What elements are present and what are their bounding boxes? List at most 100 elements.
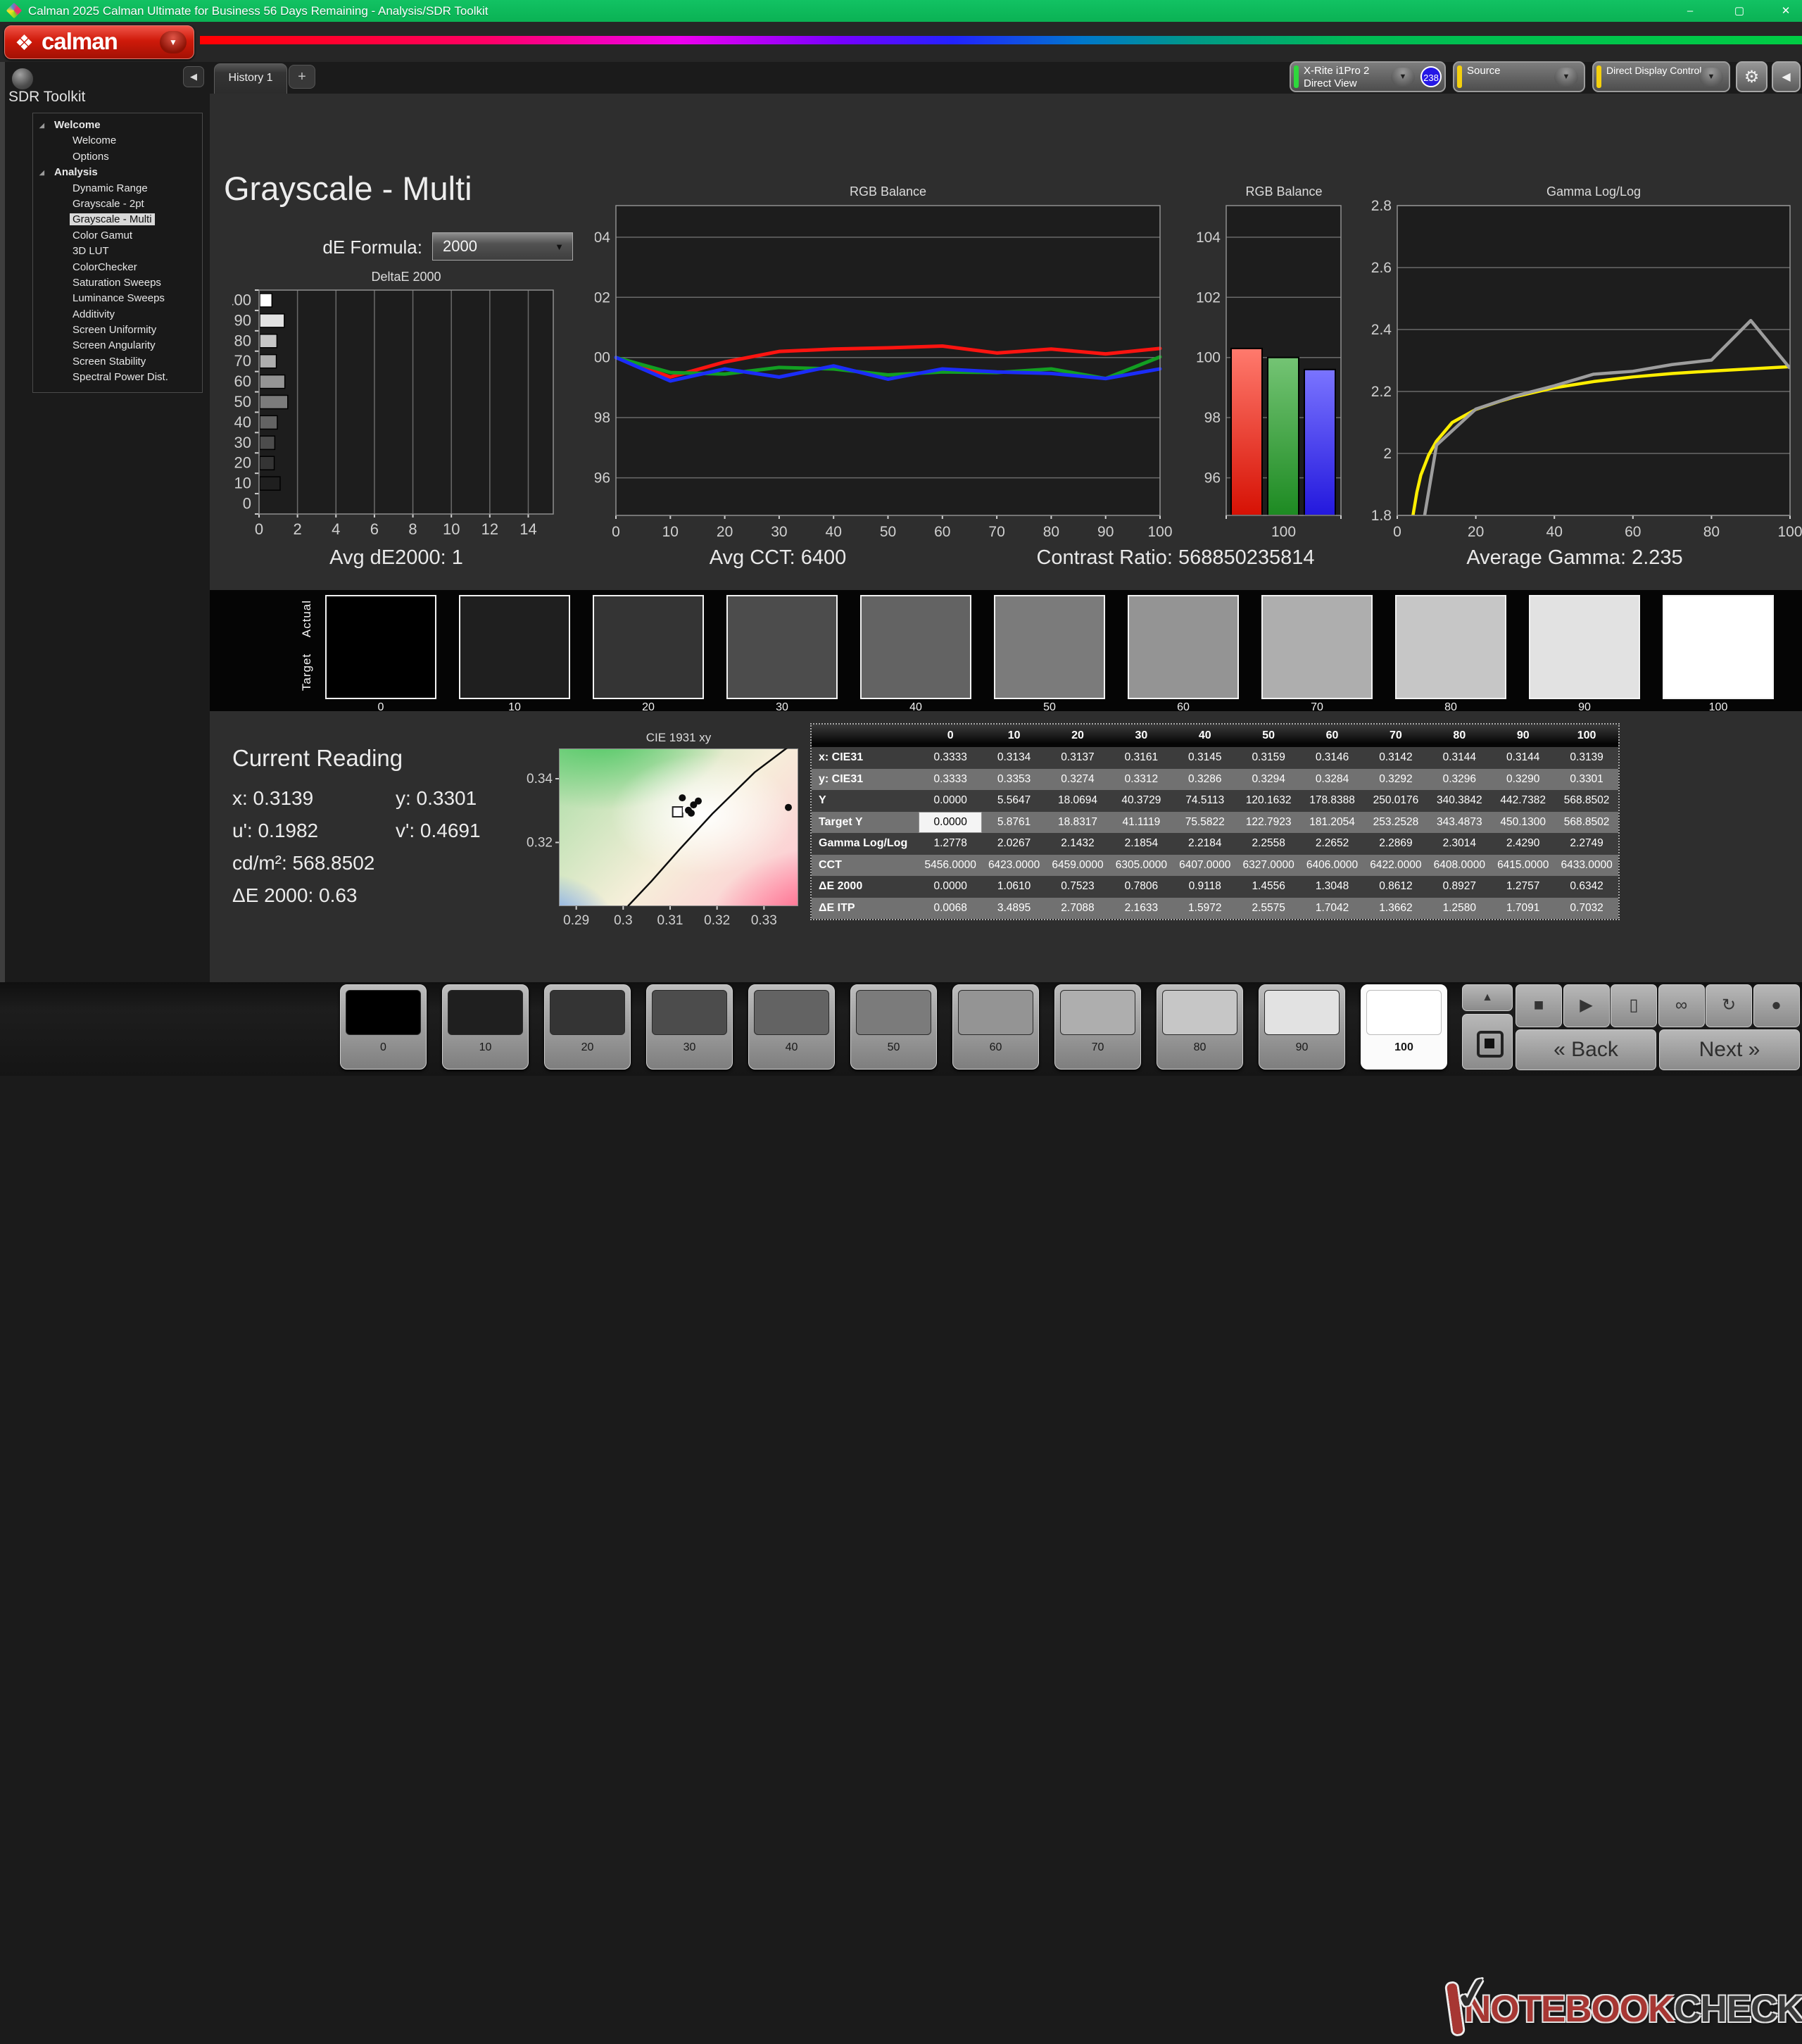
table-cell: 1.2757 — [1492, 876, 1555, 898]
svg-text:0: 0 — [255, 520, 263, 538]
source-dropdown[interactable]: Source ▼ — [1453, 61, 1585, 92]
tab-history-1[interactable]: History 1 — [214, 63, 287, 94]
patch-button-100[interactable]: 100 — [1361, 984, 1447, 1070]
svg-text:4: 4 — [332, 520, 340, 538]
svg-text:100: 100 — [1271, 524, 1296, 540]
tree-expander-icon[interactable]: ◢ — [39, 165, 44, 180]
current-reading-title: Current Reading — [232, 745, 403, 772]
table-cell: 2.3014 — [1428, 833, 1491, 855]
sidebar-orb-button[interactable] — [11, 68, 34, 90]
swatch-10 — [459, 595, 570, 699]
back-button[interactable]: « Back — [1516, 1029, 1656, 1070]
pattern-window-button[interactable] — [1462, 1014, 1513, 1070]
patch-button-10[interactable]: 10 — [442, 984, 529, 1070]
table-cell: 0.0000 — [919, 790, 982, 812]
sidebar-item-screen-angularity[interactable]: Screen Angularity — [33, 338, 202, 353]
chevron-down-icon[interactable]: ▼ — [1554, 68, 1578, 87]
table-cell: 18.8317 — [1046, 812, 1109, 834]
table-selected-cell[interactable]: 0.0000 — [919, 812, 982, 834]
sidebar-item-color-gamut[interactable]: Color Gamut — [33, 228, 202, 244]
patch-button-50[interactable]: 50 — [850, 984, 937, 1070]
swatch-label: 70 — [1260, 701, 1374, 714]
table-row-label: CCT — [812, 855, 919, 877]
patch-button-30[interactable]: 30 — [646, 984, 733, 1070]
table-cell: 1.7091 — [1492, 898, 1555, 920]
close-button[interactable]: ✕ — [1770, 0, 1802, 22]
table-cell: 122.7923 — [1237, 812, 1300, 834]
sidebar-item-3d-lut[interactable]: 3D LUT — [33, 244, 202, 259]
sidebar-item-screen-uniformity[interactable]: Screen Uniformity — [33, 322, 202, 338]
patch-button-70[interactable]: 70 — [1054, 984, 1141, 1070]
pattern-window-icon — [1477, 1031, 1504, 1058]
patch-color — [652, 990, 727, 1035]
meter-button[interactable]: ▯ — [1611, 984, 1657, 1027]
refresh-button[interactable]: ↻ — [1706, 984, 1752, 1027]
table-cell: 0.3333 — [919, 747, 982, 769]
sidebar-item-screen-stability[interactable]: Screen Stability — [33, 354, 202, 370]
play-button[interactable]: ▶ — [1563, 984, 1610, 1027]
add-tab-button[interactable]: + — [289, 65, 315, 89]
calman-menu-button[interactable]: ❖ calman ▼ — [4, 25, 194, 59]
maximize-button[interactable]: ▢ — [1723, 0, 1756, 22]
patch-button-0[interactable]: 0 — [340, 984, 427, 1070]
table-cell: 6415.0000 — [1492, 855, 1555, 877]
target-label: Target — [300, 653, 314, 691]
sidebar-item-welcome[interactable]: Welcome — [33, 133, 202, 149]
swatch-label: 100 — [1661, 701, 1775, 714]
patch-panel-up-button[interactable]: ▲ — [1462, 984, 1513, 1011]
table-cell: 0.3286 — [1173, 769, 1237, 791]
sidebar-item-options[interactable]: Options — [33, 149, 202, 165]
sidebar-item-dynamic-range[interactable]: Dynamic Range — [33, 181, 202, 196]
tree-expander-icon[interactable]: ◢ — [39, 118, 44, 133]
patch-label: 30 — [647, 1041, 732, 1054]
swatch-50 — [994, 595, 1105, 699]
svg-text:2.4: 2.4 — [1371, 322, 1392, 338]
patch-button-90[interactable]: 90 — [1259, 984, 1345, 1070]
sidebar-item-label: Dynamic Range — [70, 182, 151, 194]
meter-count-badge[interactable]: 238 — [1420, 66, 1442, 87]
sidebar-item-saturation-sweeps[interactable]: Saturation Sweeps — [33, 275, 202, 291]
svg-text:100: 100 — [232, 291, 251, 308]
stat-contrast: Contrast Ratio: 568850235814 — [993, 546, 1359, 570]
sidebar-item-luminance-sweeps[interactable]: Luminance Sweeps — [33, 291, 202, 306]
meter-dropdown[interactable]: X-Rite i1Pro 2 Direct View ▼ 238 — [1290, 61, 1446, 92]
table-cell: 1.3662 — [1364, 898, 1428, 920]
record-button[interactable]: ● — [1753, 984, 1800, 1027]
patch-button-60[interactable]: 60 — [952, 984, 1039, 1070]
patch-button-80[interactable]: 80 — [1157, 984, 1243, 1070]
minimize-button[interactable]: – — [1674, 0, 1706, 22]
svg-text:30: 30 — [771, 524, 787, 540]
sidebar-item-additivity[interactable]: Additivity — [33, 307, 202, 322]
table-cell: 178.8388 — [1300, 790, 1363, 812]
svg-text:0: 0 — [612, 524, 620, 540]
swatch-40 — [860, 595, 971, 699]
table-row-e-2000: ΔE 20000.00001.06100.75230.78060.91181.4… — [812, 876, 1618, 898]
stop-button[interactable]: ■ — [1516, 984, 1562, 1027]
panel-collapse-button[interactable]: ◀ — [1772, 61, 1801, 92]
sidebar-item-colorchecker[interactable]: ColorChecker — [33, 260, 202, 275]
display-control-dropdown[interactable]: Direct Display Control ▼ — [1592, 61, 1730, 92]
chevron-down-icon[interactable]: ▼ — [1391, 68, 1415, 87]
sidebar-item-spectral-power-dist[interactable]: Spectral Power Dist. — [33, 370, 202, 385]
next-button[interactable]: Next » — [1659, 1029, 1800, 1070]
svg-text:30: 30 — [234, 434, 251, 451]
table-row-label: ΔE 2000 — [812, 876, 919, 898]
table-cell: 1.4556 — [1237, 876, 1300, 898]
sidebar-item-welcome[interactable]: ◢Welcome — [33, 118, 202, 133]
svg-text:0.29: 0.29 — [563, 913, 589, 928]
swatch-label: 50 — [993, 701, 1107, 714]
settings-gear-button[interactable]: ⚙ — [1736, 61, 1768, 92]
table-cell: 2.4290 — [1492, 833, 1555, 855]
sidebar-item-grayscale-multi[interactable]: Grayscale - Multi — [33, 212, 202, 227]
sidebar-item-grayscale-2pt[interactable]: Grayscale - 2pt — [33, 196, 202, 212]
calman-dropdown-icon[interactable]: ▼ — [160, 31, 187, 54]
patch-button-40[interactable]: 40 — [748, 984, 835, 1070]
patch-button-20[interactable]: 20 — [544, 984, 631, 1070]
patch-label: 50 — [851, 1041, 936, 1054]
table-column-header: 90 — [1492, 725, 1555, 747]
chevron-down-icon[interactable]: ▼ — [1699, 68, 1723, 87]
sidebar-collapse-button[interactable]: ◀ — [183, 66, 204, 87]
de-formula-dropdown[interactable]: 2000 ▼ — [432, 232, 573, 261]
continuous-button[interactable]: ∞ — [1658, 984, 1705, 1027]
sidebar-item-analysis[interactable]: ◢Analysis — [33, 165, 202, 180]
